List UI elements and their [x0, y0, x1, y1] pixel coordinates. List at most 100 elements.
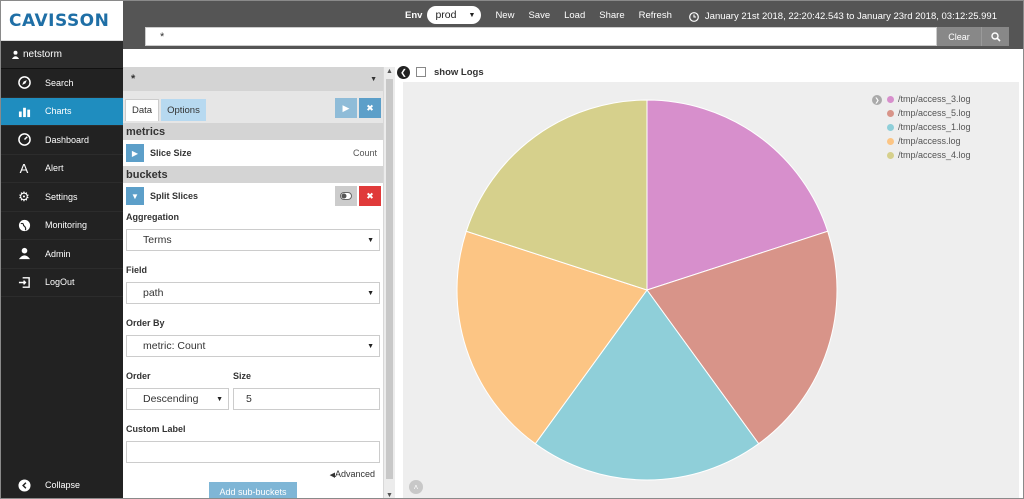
sidebar-item-search[interactable]: Search [1, 69, 123, 98]
metrics-header: metrics [123, 123, 383, 140]
legend-item[interactable]: /tmp/access_1.log [887, 120, 971, 134]
app-window: CAVISSON netstorm Search Charts Dashboard A… [0, 0, 1024, 499]
size-input[interactable]: 5 [233, 388, 380, 410]
chart-area: ❯ /tmp/access_3.log/tmp/access_5.log/tmp… [403, 82, 1019, 498]
search-button[interactable] [981, 27, 1009, 46]
chevron-down-icon[interactable]: ▼ [126, 187, 144, 205]
metric-label: Slice Size [150, 148, 192, 158]
sidebar-item-label: Search [45, 77, 74, 88]
search-icon [990, 31, 1001, 42]
vis-header: ❮ show Logs [395, 63, 1023, 81]
sidebar-item-label: Monitoring [45, 220, 88, 231]
legend-label: /tmp/access_4.log [898, 150, 971, 160]
bucket-label: Split Slices [150, 191, 199, 201]
legend-swatch [887, 137, 894, 145]
caret-down-icon: ▼ [370, 75, 377, 83]
discard-button[interactable]: ✖ [359, 98, 381, 118]
clock-icon [689, 11, 699, 22]
field-label: Field [126, 265, 148, 275]
legend-item[interactable]: /tmp/access_3.log [887, 92, 971, 106]
load-link[interactable]: Load [564, 10, 585, 21]
legend-toggle-icon[interactable]: ❯ [872, 95, 882, 105]
editor-scrollbar[interactable]: ▲ ▼ [383, 67, 395, 498]
size-label: Size [233, 371, 252, 381]
remove-bucket-button[interactable]: ✖ [359, 186, 381, 206]
show-logs-checkbox[interactable] [416, 67, 426, 77]
share-link[interactable]: Share [599, 10, 624, 21]
custom-label-input[interactable] [126, 441, 380, 463]
time-range-picker[interactable]: January 21st 2018, 22:20:42.543 to Janua… [689, 11, 997, 22]
legend-swatch [887, 95, 894, 103]
order-value: Descending [143, 393, 199, 405]
metric-row[interactable]: ▶ Slice Size Count [123, 140, 383, 166]
chevron-left-circle-icon[interactable]: ❮ [397, 65, 410, 79]
apply-buttons: ▶ ✖ [335, 98, 381, 118]
add-sub-buckets-button[interactable]: Add sub-buckets [209, 482, 297, 498]
globe-icon [17, 218, 31, 232]
collapse-button[interactable]: Collapse [1, 472, 123, 498]
advanced-label: Advanced [334, 469, 375, 479]
chevron-left-circle-icon [17, 478, 31, 492]
env-label: Env [405, 9, 423, 21]
toggle-icon [340, 192, 352, 200]
chevron-up-circle-icon[interactable]: ˄ [409, 480, 423, 494]
editor-tabs: Data Options ▶ ✖ [123, 91, 383, 123]
gear-icon: ⚙ [18, 188, 30, 204]
field-select[interactable]: path ▼ [126, 282, 380, 304]
sidebar-item-monitoring[interactable]: Monitoring [1, 212, 123, 240]
clear-button[interactable]: Clear [937, 27, 981, 46]
caret-down-icon: ▼ [367, 342, 374, 350]
order-label: Order [126, 371, 151, 381]
order-size-inputs: Descending ▼ 5 [126, 388, 383, 410]
alert-icon: A [19, 160, 29, 176]
scroll-thumb[interactable] [386, 79, 393, 479]
sidebar-item-admin[interactable]: Admin [1, 240, 123, 269]
query-input[interactable]: * [145, 27, 937, 46]
aggregation-value: Terms [143, 234, 172, 246]
logo-text: CAVISSON [9, 10, 110, 31]
top-bar: Env prod ▼ New Save Load Share Refresh J… [123, 1, 1023, 49]
refresh-link[interactable]: Refresh [639, 10, 672, 21]
user-icon [11, 50, 20, 59]
apply-button[interactable]: ▶ [335, 98, 357, 118]
sidebar-item-label: Admin [45, 248, 71, 259]
toggle-bucket-button[interactable] [335, 186, 357, 206]
sidebar-item-label: LogOut [45, 277, 75, 288]
order-by-select[interactable]: metric: Count ▼ [126, 335, 380, 357]
order-select[interactable]: Descending ▼ [126, 388, 229, 410]
index-pattern-select[interactable]: * ▼ [123, 67, 383, 91]
sidebar-item-charts[interactable]: Charts [1, 97, 123, 126]
env-select[interactable]: prod ▼ [427, 6, 482, 24]
buckets-header: buckets [123, 166, 383, 183]
close-icon: ✖ [366, 190, 374, 201]
save-link[interactable]: Save [528, 10, 550, 21]
user-name: netstorm [1, 41, 123, 69]
legend-item[interactable]: /tmp/access.log [887, 134, 971, 148]
advanced-toggle[interactable]: ◀Advanced [330, 469, 375, 479]
logo[interactable]: CAVISSON [1, 1, 123, 41]
tab-options[interactable]: Options [161, 99, 206, 121]
env-row: Env prod ▼ New Save Load Share Refresh [405, 6, 686, 24]
legend-label: /tmp/access_3.log [898, 94, 971, 104]
legend-item[interactable]: /tmp/access_4.log [887, 148, 971, 162]
play-icon: ▶ [342, 102, 350, 113]
sidebar-item-settings[interactable]: ⚙ Settings [1, 183, 123, 212]
env-value: prod [435, 9, 457, 21]
scroll-up-icon[interactable]: ▲ [386, 68, 393, 75]
caret-down-icon: ▼ [468, 11, 476, 19]
caret-down-icon: ▼ [367, 236, 374, 244]
new-link[interactable]: New [495, 10, 514, 21]
caret-down-icon: ▼ [367, 289, 374, 297]
tab-data[interactable]: Data [125, 99, 160, 121]
scroll-down-icon[interactable]: ▼ [386, 492, 393, 498]
sidebar-item-logout[interactable]: LogOut [1, 269, 123, 297]
sidebar-item-dashboard[interactable]: Dashboard [1, 126, 123, 155]
legend-item[interactable]: /tmp/access_5.log [887, 106, 971, 120]
sidebar: CAVISSON netstorm Search Charts Dashboard A… [1, 1, 123, 498]
chevron-right-icon[interactable]: ▶ [126, 144, 144, 162]
sidebar-item-label: Settings [45, 191, 78, 202]
sidebar-item-label: Alert [45, 163, 64, 174]
aggregation-select[interactable]: Terms ▼ [126, 229, 380, 251]
sidebar-item-alert[interactable]: A Alert [1, 155, 123, 183]
bucket-row[interactable]: ▼ Split Slices ✖ [123, 183, 383, 209]
